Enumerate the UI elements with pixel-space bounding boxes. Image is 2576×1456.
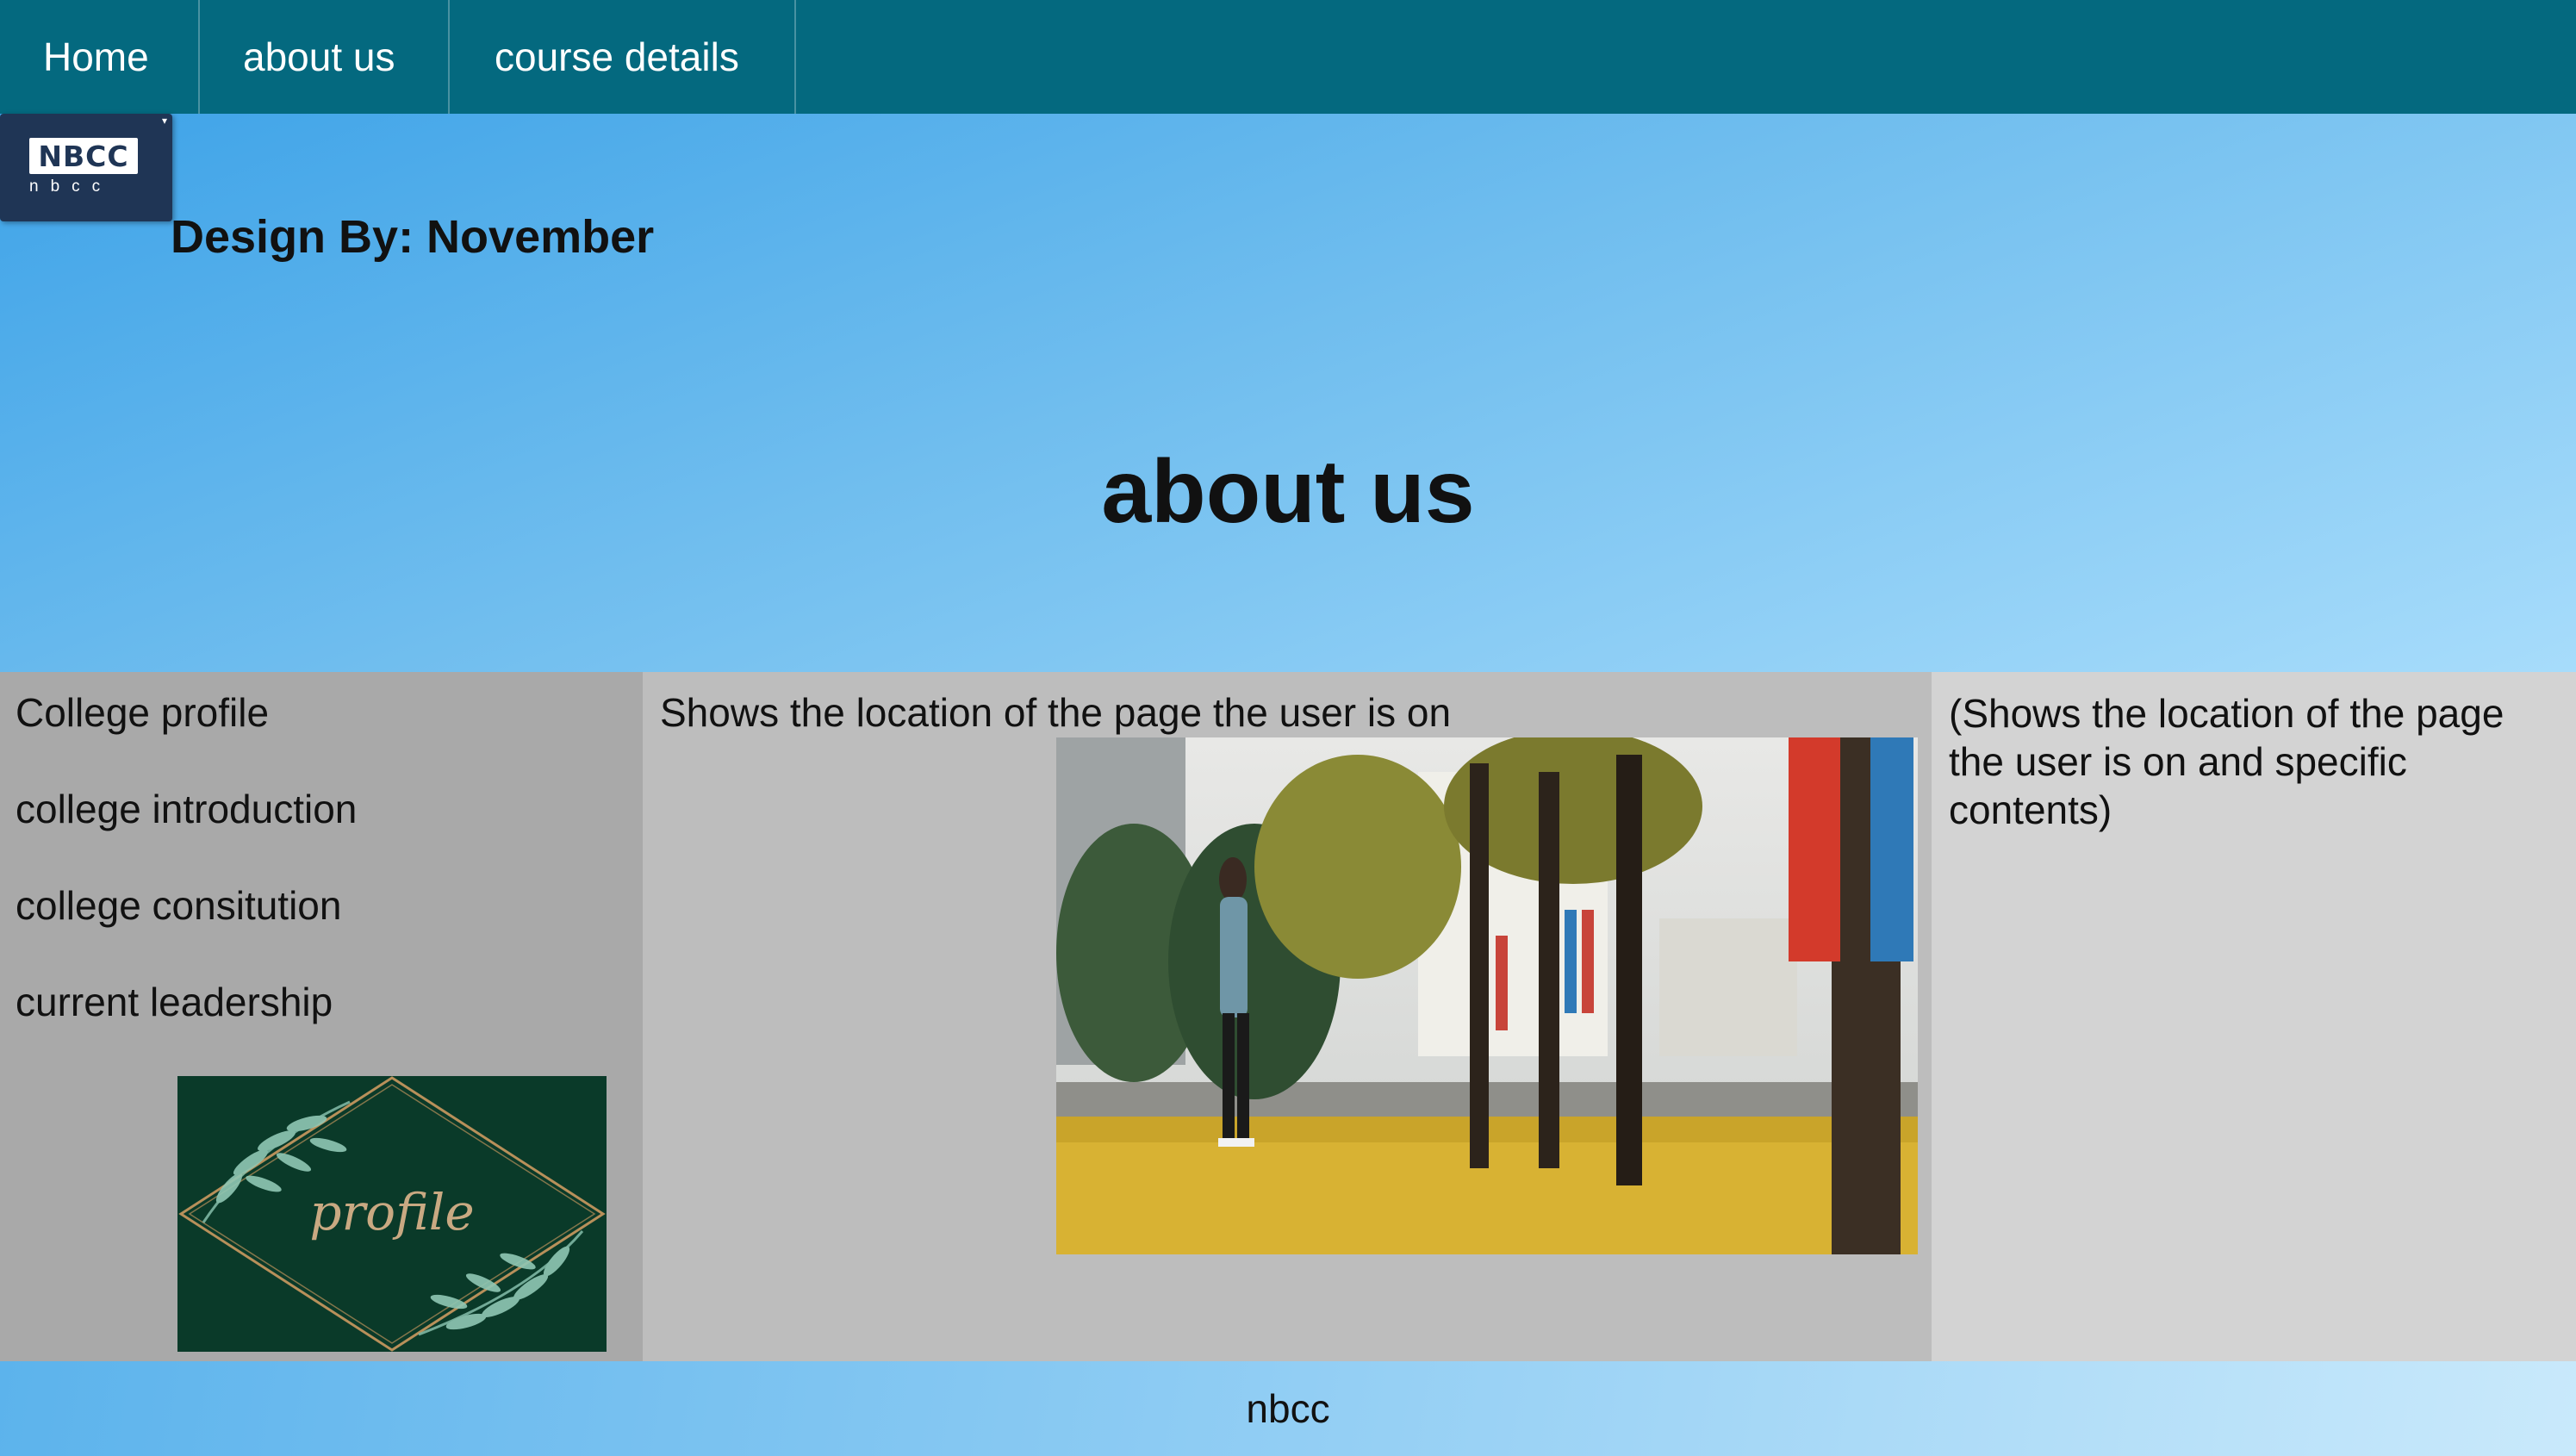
logo-wordmark: NBCC: [29, 138, 138, 174]
campus-photo: [1056, 737, 1918, 1254]
profile-card-graphic: profile: [177, 1076, 607, 1352]
main-content: Shows the location of the page the user …: [643, 672, 1932, 1361]
nav-course-details-link[interactable]: course details: [450, 0, 796, 114]
logo-subtext: nbcc: [29, 177, 113, 196]
sidebar-link-college-constitution[interactable]: college consitution: [16, 882, 341, 929]
nav-about-link[interactable]: about us: [200, 0, 450, 114]
designer-credit: Design By: November: [171, 211, 655, 263]
content-area: College profile college introduction col…: [0, 672, 2576, 1361]
aside-location-text: (Shows the location of the page the user…: [1949, 691, 2504, 832]
profile-card-text: profile: [309, 1183, 474, 1241]
sidebar-link-current-leadership[interactable]: current leadership: [16, 979, 333, 1025]
dropdown-indicator-icon: ▾: [162, 115, 168, 127]
sidebar-link-college-profile[interactable]: College profile: [16, 689, 269, 736]
profile-card-image: profile: [177, 1076, 607, 1352]
footer: nbcc: [0, 1361, 2576, 1456]
nbcc-logo[interactable]: NBCC nbcc ▾: [0, 114, 172, 221]
campus-photo-graphic: [1056, 737, 1918, 1254]
top-nav: Home about us course details: [0, 0, 2576, 114]
footer-text: nbcc: [1246, 1386, 1330, 1431]
main-location-text: Shows the location of the page the user …: [660, 690, 1452, 735]
nav-home-link[interactable]: Home: [0, 0, 200, 114]
aside-content: (Shows the location of the page the user…: [1932, 672, 2576, 1361]
sidebar: College profile college introduction col…: [0, 672, 643, 1361]
page-title: about us: [1101, 442, 1475, 542]
sidebar-link-college-introduction[interactable]: college introduction: [16, 786, 357, 832]
hero-banner: NBCC nbcc ▾ Design By: November about us: [0, 114, 2576, 672]
